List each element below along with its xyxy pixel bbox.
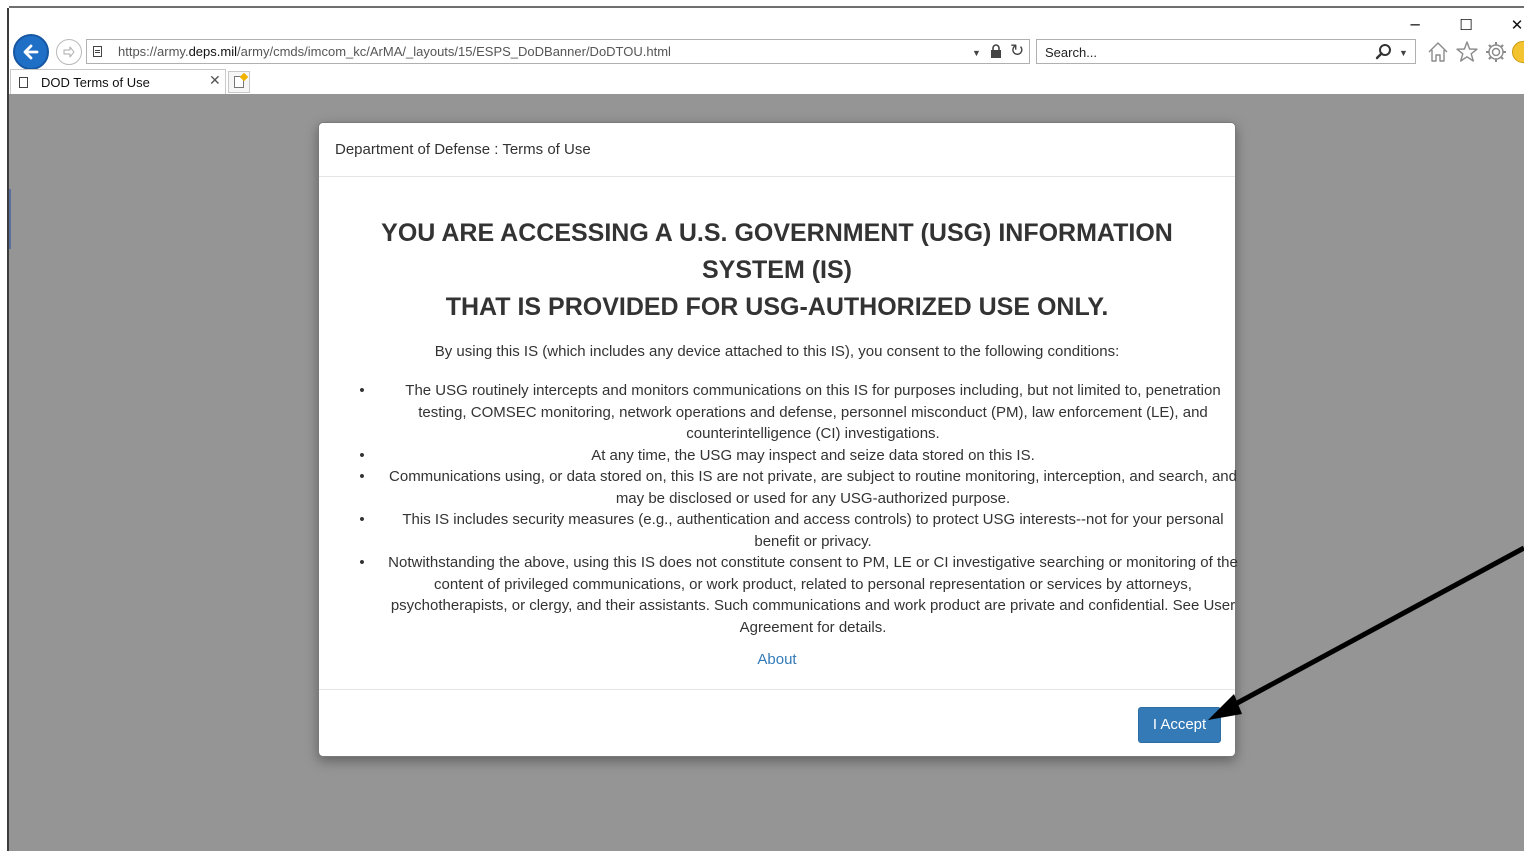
url-text[interactable]: https://army.deps.mil/army/cmds/imcom_kc… [118,44,671,59]
edge-marker [9,189,11,249]
maximize-button[interactable]: ☐ [1446,14,1486,36]
favorites-star-icon[interactable] [1455,40,1479,64]
gear-icon[interactable] [1484,40,1508,64]
conditions-list: • The USG routinely intercepts and monito… [357,380,1243,638]
refresh-icon[interactable]: ↻ [1010,41,1024,61]
dialog-footer: I Accept [319,689,1235,756]
tab-close-icon[interactable]: ✕ [209,73,221,89]
forward-button[interactable] [56,39,82,65]
feedback-smiley-icon[interactable] [1512,41,1524,63]
dialog-header: Department of Defense : Terms of Use [319,123,1235,177]
page-overlay: Department of Defense : Terms of Use YOU… [9,94,1524,851]
close-window-button[interactable]: ✕ [1497,14,1524,36]
terms-of-use-dialog: Department of Defense : Terms of Use YOU… [318,122,1238,757]
about-link[interactable]: About [319,651,1235,668]
search-input[interactable]: Search... [1045,45,1097,60]
search-dropdown-icon[interactable]: ▼ [1399,48,1408,58]
list-item: • At any time, the USG may inspect and se… [359,446,1035,464]
home-icon[interactable] [1426,40,1450,64]
forward-arrow-icon [63,46,75,58]
warning-headline: YOU ARE ACCESSING A U.S. GOVERNMENT (USG… [381,219,1173,321]
search-box[interactable]: Search... ▼ [1036,39,1416,64]
list-item: • Communications using, or data stored on… [359,468,1237,507]
search-icon[interactable] [1375,43,1393,61]
address-dropdown-icon[interactable]: ▼ [972,48,981,58]
address-bar[interactable]: https://army.deps.mil/army/cmds/imcom_kc… [86,39,1030,64]
page-icon [19,77,28,88]
dialog-title: Department of Defense : Terms of Use [335,141,591,158]
back-arrow-icon [23,44,39,60]
page-icon [93,46,102,57]
list-item: • The USG routinely intercepts and monito… [359,382,1221,442]
window-left-frame [0,0,9,851]
accept-button[interactable]: I Accept [1138,707,1221,743]
list-item: • Notwithstanding the above, using this I… [359,554,1238,636]
dialog-body: YOU ARE ACCESSING A U.S. GOVERNMENT (USG… [319,177,1237,689]
consent-intro: By using this IS (which includes any dev… [434,343,1120,360]
back-button[interactable] [13,34,49,70]
tab-title: DOD Terms of Use [41,75,150,90]
list-item: • This IS includes security measures (e.g… [359,511,1224,550]
tab-dod-terms-of-use[interactable]: DOD Terms of Use ✕ [10,69,226,94]
minimize-button[interactable]: ─ [1395,14,1435,36]
window-top-border [0,6,1524,8]
lock-icon[interactable] [990,44,1002,58]
new-tab-button[interactable] [228,71,250,93]
